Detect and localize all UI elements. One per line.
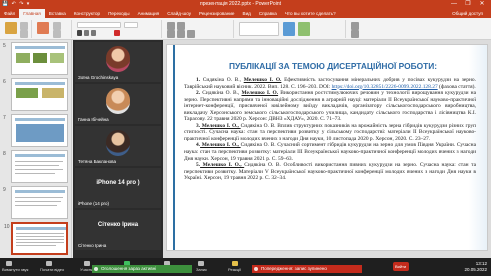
publication-item: 3. Мелешко І. О., Сидякіна О. В. Вплив с… <box>184 122 476 142</box>
participants-icon[interactable] <box>84 261 90 266</box>
paste-icon[interactable] <box>5 22 17 34</box>
reactions-icon[interactable] <box>232 261 238 266</box>
layout-icon[interactable] <box>53 22 61 30</box>
avatar <box>106 130 130 156</box>
participant-tile[interactable]: Тетяна Бакланова <box>75 126 161 166</box>
doi-link[interactable]: https://doi.org/10.32851/2226-0099.2022.… <box>332 84 438 90</box>
window-controls: — ❐ ✕ <box>447 0 489 9</box>
tab-review[interactable]: Рецензирование <box>195 9 238 18</box>
arrange-icon[interactable] <box>283 22 295 36</box>
font-color-icon[interactable] <box>114 30 120 36</box>
align-right-icon[interactable] <box>187 30 195 38</box>
participant-tile[interactable]: Ганна Ібічейна <box>75 84 161 124</box>
paragraph-group <box>164 20 234 38</box>
slide-thumbnail[interactable]: 5 <box>3 42 68 75</box>
video-camera-icon[interactable] <box>46 261 52 266</box>
italic-icon[interactable] <box>84 30 89 36</box>
find-icon[interactable] <box>351 22 359 30</box>
participant-panel: Зоїна Grochinskaya Ганна Ібічейна Тетяна… <box>73 40 163 258</box>
maximize-button[interactable]: ❐ <box>461 0 475 9</box>
tab-design[interactable]: Конструктор <box>70 9 104 18</box>
tab-home[interactable]: Главная <box>19 9 45 18</box>
ribbon-toolbar <box>0 18 491 40</box>
bullets-icon[interactable] <box>167 22 175 30</box>
publication-item: 2. Сидякіна О. В., Мелешко І. О. Викорис… <box>184 90 476 123</box>
status-notice-green[interactable]: Оголошення зараз активні <box>92 265 192 273</box>
participant-tile[interactable]: Сітенко Ірина Сітенко Ірина <box>75 210 161 250</box>
tab-insert[interactable]: Вставка <box>45 9 70 18</box>
close-button[interactable]: ✕ <box>475 0 489 9</box>
slide-thumbnail-pane: 5 6 7 8 9 10 <box>0 40 72 258</box>
record-icon[interactable] <box>198 261 204 266</box>
leave-button[interactable]: Вийти <box>393 262 409 271</box>
clipboard-group <box>2 20 32 38</box>
slide-title[interactable]: ПУБЛІКАЦІЇ ЗА ТЕМОЮ ДИСЕРТАЦІЙНОЇ РОБОТИ… <box>193 61 473 71</box>
numbering-icon[interactable] <box>177 22 185 30</box>
tab-animations[interactable]: Анимация <box>134 9 164 18</box>
system-clock: 13:12 20.05.2022 <box>464 261 487 272</box>
shapes-gallery[interactable] <box>239 22 279 36</box>
publication-list[interactable]: 1. Сидякіна О. В., Мелешко І. О. Ефектив… <box>184 77 476 182</box>
slide-thumbnail[interactable]: 7 <box>3 114 68 147</box>
align-left-icon[interactable] <box>167 30 175 38</box>
slide[interactable]: ПУБЛІКАЦІЇ ЗА ТЕМОЮ ДИСЕРТАЦІЙНОЇ РОБОТИ… <box>166 44 488 251</box>
meeting-toolbar: Вимкнути звук Почати відео Учасники Спіл… <box>0 258 491 276</box>
tell-me-search[interactable]: Что вы хотите сделать? <box>281 9 340 18</box>
screen: 💾 ↶ ↷ ▾ презентація 2022.pptx - PowerPoi… <box>0 0 491 276</box>
slide-thumbnail[interactable]: 6 <box>3 78 68 111</box>
slide-thumbnail[interactable]: 9 <box>3 186 68 219</box>
quick-styles-icon[interactable] <box>298 22 310 36</box>
tab-transitions[interactable]: Переходы <box>104 9 134 18</box>
microphone-icon[interactable] <box>6 261 12 266</box>
publication-item: 1. Сидякіна О. В., Мелешко І. О. Ефектив… <box>184 77 476 90</box>
slide-editor: ПУБЛІКАЦІЇ ЗА ТЕМОЮ ДИСЕРТАЦІЙНОЇ РОБОТИ… <box>163 40 491 258</box>
font-group <box>74 20 162 38</box>
editing-group <box>348 20 398 38</box>
tab-file[interactable]: Файл <box>0 9 19 18</box>
cut-icon[interactable] <box>20 22 28 30</box>
font-size-select[interactable] <box>124 22 138 28</box>
window-title: презентація 2022.pptx - PowerPoint <box>200 1 281 7</box>
info-icon <box>94 267 98 271</box>
warning-icon <box>254 267 258 271</box>
bold-icon[interactable] <box>77 30 82 36</box>
tab-view[interactable]: Вид <box>239 9 255 18</box>
avatar <box>106 46 130 72</box>
minimize-button[interactable]: — <box>447 0 461 9</box>
underline-icon[interactable] <box>91 30 96 36</box>
ribbon-tabs: Файл Главная Вставка Конструктор Переход… <box>0 9 491 18</box>
font-name-select[interactable] <box>77 22 121 28</box>
drawing-group <box>236 20 346 38</box>
avatar <box>106 88 130 114</box>
share-button[interactable]: Общий доступ <box>448 9 487 18</box>
participant-tile[interactable]: iPhone 14 pro ) iPhone (14 pro) <box>75 168 161 208</box>
publication-item: 5. Мелешко І. О., Сидякіна О. В. Особлив… <box>184 162 477 182</box>
align-center-icon[interactable] <box>177 30 185 38</box>
quick-access-toolbar[interactable]: 💾 ↶ ↷ ▾ <box>2 1 30 7</box>
slide-thumbnail-selected[interactable]: 10 <box>4 222 68 255</box>
tab-help[interactable]: Справка <box>255 9 281 18</box>
new-slide-icon[interactable] <box>37 22 49 34</box>
tab-slideshow[interactable]: Слайд-шоу <box>163 9 195 18</box>
participant-tile[interactable]: Зоїна Grochinskaya <box>75 42 161 82</box>
reset-icon[interactable] <box>53 30 61 38</box>
replace-icon[interactable] <box>351 30 359 38</box>
publication-item: 4. Мелешко І. О., Сидякіна О. В. Сучасни… <box>184 142 476 162</box>
copy-icon[interactable] <box>20 30 28 38</box>
status-notice-red[interactable]: Попередження: запис зупинено <box>252 265 362 273</box>
slides-group <box>34 20 72 38</box>
title-bar: 💾 ↶ ↷ ▾ презентація 2022.pptx - PowerPoi… <box>0 0 491 9</box>
slide-thumbnail[interactable]: 8 <box>3 150 68 183</box>
